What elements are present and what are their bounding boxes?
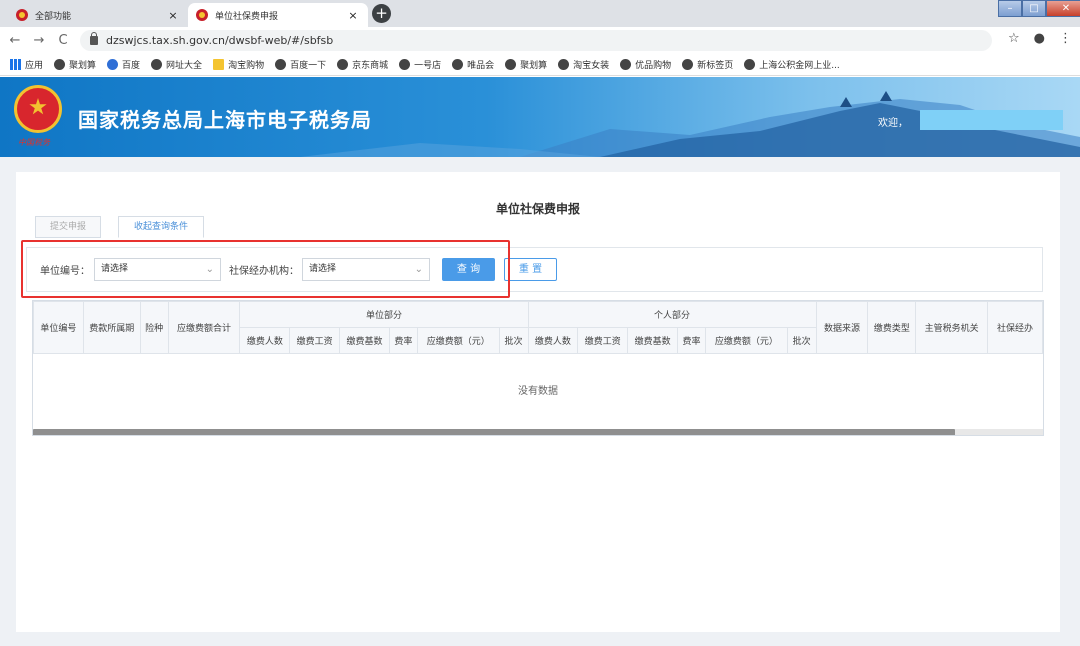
globe-icon [620,58,632,70]
chevron-down-icon: ⌄ [205,264,214,275]
seal-text: 中国税务 [18,138,50,147]
bookmark-item[interactable]: 淘宝购物 [213,58,264,71]
col-unit-amount: 应缴费额（元） [416,327,500,354]
tab-submit-declaration[interactable]: 提交申报 [35,216,101,238]
globe-icon [399,58,411,70]
address-bar: ← → C dzswjcs.tax.sh.gov.cn/dwsbf-web/#/… [0,27,1080,53]
minimize-icon[interactable]: – [998,0,1022,17]
col-personal-wage: 缴费工资 [577,327,629,354]
col-unit-base: 缴费基数 [339,327,390,354]
chevron-down-icon: ⌄ [414,264,423,275]
baidu-paw-icon [107,58,119,70]
unit-number-label: 单位编号： [40,266,90,277]
bookmark-item[interactable]: 淘宝女装 [558,58,609,71]
profile-icon[interactable]: ● [1034,31,1045,46]
query-button[interactable]: 查 询 [442,258,495,281]
main-content: 单位社保费申报 提交申报 收起查询条件 单位编号： 请选择 ⌄ 社保经办机构： … [16,172,1060,632]
menu-icon[interactable]: ⋮ [1059,31,1072,46]
national-emblem-logo [14,85,62,133]
maximize-icon[interactable]: □ [1022,0,1046,17]
globe-icon [744,58,756,70]
globe-icon [452,58,464,70]
tab-collapse-query[interactable]: 收起查询条件 [118,216,204,238]
search-panel: 单位编号： 请选择 ⌄ 社保经办机构： 请选择 ⌄ 查 询 重 置 [26,247,1043,292]
bookmark-item[interactable]: 优品购物 [620,58,671,71]
bookmark-item[interactable]: 京东商城 [337,58,388,71]
col-data-source: 数据来源 [815,301,869,354]
agency-label: 社保经办机构： [229,266,299,277]
col-unit-wage: 缴费工资 [289,327,341,354]
col-tax-authority: 主管税务机关 [915,301,989,354]
tab-title: 单位社保费申报 [215,11,279,22]
col-agency: 社保经办 [987,301,1043,354]
bookmark-item[interactable]: 新标签页 [682,58,733,71]
bookmark-item[interactable]: 应用 [10,58,43,71]
col-unit-rate: 费率 [388,327,418,354]
col-insurance-type: 险种 [139,301,169,354]
url-text: dzswjcs.tax.sh.gov.cn/dwsbf-web/#/sbfsb [106,34,334,47]
bookmark-item[interactable]: 聚划算 [505,58,547,71]
col-personal-base: 缴费基数 [627,327,679,354]
tax-favicon-icon [16,9,28,21]
bookmark-item[interactable]: 一号店 [399,58,441,71]
group-unit-part: 单位部分 [239,301,529,328]
back-icon[interactable]: ← [6,33,24,48]
bookmark-item[interactable]: 百度 [107,58,140,71]
col-personal-batch: 批次 [786,327,817,354]
browser-tab-bar: 全部功能 × 单位社保费申报 × + – □ ✕ [0,0,1080,27]
bookmarks-bar: 应用 聚划算 百度 网址大全 淘宝购物 百度一下 京东商城 一号店 唯品会 聚划… [0,53,1080,76]
bookmark-item[interactable]: 百度一下 [275,58,326,71]
col-payment-type: 缴费类型 [867,301,917,354]
col-period: 费款所属期 [82,301,141,354]
col-total-due: 应缴费额合计 [167,301,241,354]
scrollbar-thumb[interactable] [33,429,955,435]
globe-icon [151,58,163,70]
col-personal-amount: 应缴费额（元） [704,327,788,354]
star-icon[interactable]: ☆ [1008,31,1020,46]
col-personal-headcount: 缴费人数 [527,327,579,354]
new-tab-icon[interactable]: + [372,4,391,23]
bookmark-item[interactable]: 上海公积金网上业... [744,58,840,71]
col-unit-batch: 批次 [498,327,529,354]
tab-close-icon[interactable]: × [346,9,360,22]
url-input[interactable]: dzswjcs.tax.sh.gov.cn/dwsbf-web/#/sbfsb [80,30,992,51]
apps-icon [10,58,21,70]
unit-number-select[interactable]: 请选择 ⌄ [94,258,221,281]
globe-icon [54,58,66,70]
browser-tab-all-functions[interactable]: 全部功能 × [8,3,188,27]
bookmark-item[interactable]: 网址大全 [151,58,202,71]
reset-button[interactable]: 重 置 [504,258,557,281]
tab-title: 全部功能 [35,11,72,22]
col-unit-headcount: 缴费人数 [239,327,291,354]
forward-icon[interactable]: → [30,33,48,48]
page-title: 单位社保费申报 [495,202,580,216]
site-title: 国家税务总局上海市电子税务局 [78,108,372,132]
welcome-text: 欢迎， [878,118,908,129]
col-unit-number: 单位编号 [33,301,84,354]
username-redacted [920,110,1063,130]
horizontal-scrollbar[interactable] [33,429,1043,435]
tax-favicon-icon [196,9,208,21]
empty-state-text: 没有数据 [518,386,558,397]
globe-icon [337,58,349,70]
window-controls: – □ ✕ [998,0,1080,17]
bookmark-item[interactable]: 聚划算 [54,58,96,71]
globe-icon [275,58,287,70]
group-personal-part: 个人部分 [527,301,817,328]
bookmark-item[interactable]: 唯品会 [452,58,494,71]
folder-icon [213,58,225,70]
globe-icon [558,58,570,70]
tab-close-icon[interactable]: × [166,9,180,22]
window-close-icon[interactable]: ✕ [1046,0,1080,17]
lock-icon [90,32,98,45]
site-banner: 中国税务 国家税务总局上海市电子税务局 欢迎， [0,77,1080,157]
globe-icon [682,58,694,70]
browser-tab-social-insurance[interactable]: 单位社保费申报 × [188,3,368,27]
globe-icon [505,58,517,70]
declaration-table: 单位编号 费款所属期 险种 应缴费额合计 单位部分 个人部分 数据来源 缴费类型… [32,300,1044,436]
col-personal-rate: 费率 [677,327,706,354]
agency-select[interactable]: 请选择 ⌄ [302,258,430,281]
reload-icon[interactable]: C [54,33,72,48]
